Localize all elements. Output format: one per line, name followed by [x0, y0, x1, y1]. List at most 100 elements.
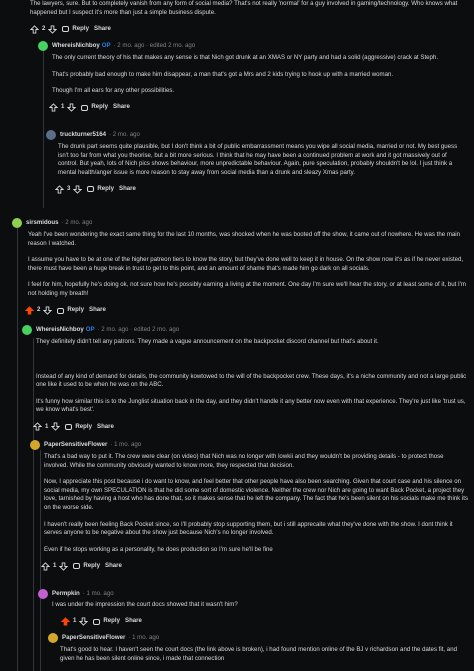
share-button[interactable]: Share — [113, 103, 130, 112]
comment-actions: 1 Reply Share — [41, 560, 468, 572]
arrow-up-icon[interactable] — [33, 422, 42, 432]
comment-header: Permpkin · 1 mo. ago — [38, 589, 468, 599]
comment: WhereisNichboy OP · 2 mo. ago · edited 2… — [38, 41, 468, 114]
chat-bubble-icon — [87, 186, 95, 193]
arrow-up-icon[interactable] — [41, 562, 50, 571]
chat-bubble-icon — [57, 307, 65, 314]
comment-meta: · 1 mo. ago — [128, 633, 160, 641]
chat-bubble-icon — [73, 563, 81, 570]
chat-bubble-icon — [65, 423, 73, 430]
comment-text: Though I'm all ears for any other possib… — [52, 87, 175, 95]
arrow-up-icon[interactable] — [25, 306, 34, 315]
reply-label: Reply — [67, 306, 84, 314]
reply-button[interactable]: Reply — [62, 25, 89, 34]
comment-body: Yeah I've been wondering the exact same … — [28, 231, 468, 299]
username[interactable]: WhereisNichboy — [52, 42, 100, 51]
share-button[interactable]: Share — [94, 25, 111, 34]
share-button[interactable]: Share — [105, 562, 122, 571]
op-badge: OP — [85, 325, 95, 333]
arrow-down-icon[interactable] — [43, 306, 53, 315]
vote-score: 1 — [61, 103, 65, 111]
username[interactable]: WhereisNichboy — [36, 326, 84, 335]
arrow-down-icon[interactable] — [48, 25, 58, 34]
comment-body: The drunk part seems quite plausible, bu… — [58, 143, 468, 177]
arrow-down-icon[interactable] — [67, 103, 77, 113]
comment-text: That's a bad way to put it. The crew wer… — [44, 453, 444, 469]
chat-bubble-icon — [62, 26, 70, 33]
arrow-up-icon[interactable] — [49, 103, 58, 112]
reply-button[interactable]: Reply — [87, 185, 114, 194]
reply-label: Reply — [91, 103, 108, 111]
arrow-down-icon[interactable] — [79, 617, 89, 626]
share-button[interactable]: Share — [89, 306, 106, 315]
comment-body: I was under the impression the court doc… — [52, 601, 468, 610]
comment-header: truckturner5164 · 2 mo. ago — [46, 130, 468, 140]
comment-actions: 3 Reply Share — [55, 183, 468, 195]
comment-actions: 1 Reply Share — [49, 102, 468, 114]
share-button[interactable]: Share — [125, 617, 142, 626]
reply-button[interactable]: Reply — [65, 423, 92, 432]
share-button[interactable]: Share — [119, 185, 136, 194]
vote-score: 1 — [45, 422, 49, 430]
avatar[interactable] — [22, 325, 32, 335]
comment-meta: · 1 mo. ago — [110, 440, 142, 448]
reply-button[interactable]: Reply — [73, 562, 100, 571]
arrow-down-icon[interactable] — [59, 562, 69, 571]
username[interactable]: PaperSensitiveFlower — [62, 634, 125, 643]
comment-header: WhereisNichboy OP · 2 mo. ago · edited 2… — [22, 325, 468, 335]
comment-text: That's good to hear. I haven't seen the … — [60, 646, 457, 662]
comment-meta: · 2 mo. ago · edited 2 mo. ago — [97, 325, 180, 333]
comment-text: I assume you have to be at one of the hi… — [28, 256, 464, 272]
arrow-up-icon[interactable] — [30, 24, 39, 34]
comment: WhereisNichboy OP · 2 mo. ago · edited 2… — [22, 325, 468, 433]
share-button[interactable]: Share — [97, 423, 114, 432]
comment-header: PaperSensitiveFlower · 1 mo. ago — [30, 440, 468, 450]
chat-bubble-icon — [81, 104, 89, 111]
avatar[interactable] — [38, 41, 48, 51]
username[interactable]: truckturner5164 — [60, 131, 106, 140]
reply-label: Reply — [72, 24, 89, 32]
comment-text: I feel for him, hopefully he's doing ok,… — [28, 281, 466, 297]
reply-label: Reply — [103, 617, 120, 625]
username[interactable]: PaperSensitiveFlower — [44, 441, 107, 450]
vote-score: 3 — [67, 185, 71, 193]
vote-score: 1 — [53, 562, 57, 570]
comment-text: It's funny how similar this is to the Ju… — [36, 397, 466, 414]
comment-text: Instead of any kind of demand for detail… — [36, 372, 467, 389]
comment-meta: · 1 mo. ago — [82, 589, 114, 597]
comment-text: Even if he stops working as a personalit… — [44, 545, 273, 553]
arrow-up-icon[interactable] — [61, 617, 70, 626]
comment-text: I was under the impression the court doc… — [52, 601, 238, 608]
comment: truckturner5164 · 2 mo. ago The drunk pa… — [46, 130, 468, 195]
comment-actions: 2 Reply Share — [25, 305, 468, 317]
vote-score: 1 — [73, 617, 77, 625]
reply-button[interactable]: Reply — [57, 306, 84, 315]
username[interactable]: Permpkin — [52, 590, 80, 599]
comment-text: Yeah I've been wondering the exact same … — [28, 231, 461, 247]
avatar[interactable] — [12, 218, 22, 228]
comment: Permpkin · 1 mo. ago I was under the imp… — [38, 589, 468, 628]
reply-label: Reply — [97, 185, 114, 193]
op-badge: OP — [101, 41, 111, 49]
arrow-up-icon[interactable] — [55, 185, 64, 194]
comment-actions: 1 Reply Share — [61, 616, 468, 628]
comment-text: They definitely didn't tell any patrons.… — [36, 338, 379, 345]
comment-actions: 2 Reply Share — [30, 23, 468, 35]
avatar[interactable] — [48, 633, 58, 643]
arrow-down-icon[interactable] — [51, 422, 61, 432]
avatar[interactable] — [30, 440, 40, 450]
avatar[interactable] — [46, 130, 56, 140]
reply-label: Reply — [83, 562, 100, 570]
comment-header: sirsmidous · 2 mo. ago — [12, 218, 468, 228]
reply-button[interactable]: Reply — [93, 617, 120, 626]
comment-meta: · 2 mo. ago — [109, 130, 140, 138]
arrow-down-icon[interactable] — [73, 185, 83, 194]
comment-actions: 1 Reply Share — [33, 421, 468, 433]
comment-text: The drunk part seems quite plausible, bu… — [58, 143, 458, 176]
comment-body: The lawyers, sure. But to completely van… — [30, 0, 468, 17]
reply-button[interactable]: Reply — [81, 103, 108, 112]
username[interactable]: sirsmidous — [26, 219, 59, 228]
avatar[interactable] — [38, 589, 48, 599]
comment: The lawyers, sure. But to completely van… — [30, 0, 468, 35]
comment-text: The lawyers, sure. But to completely van… — [30, 0, 458, 16]
